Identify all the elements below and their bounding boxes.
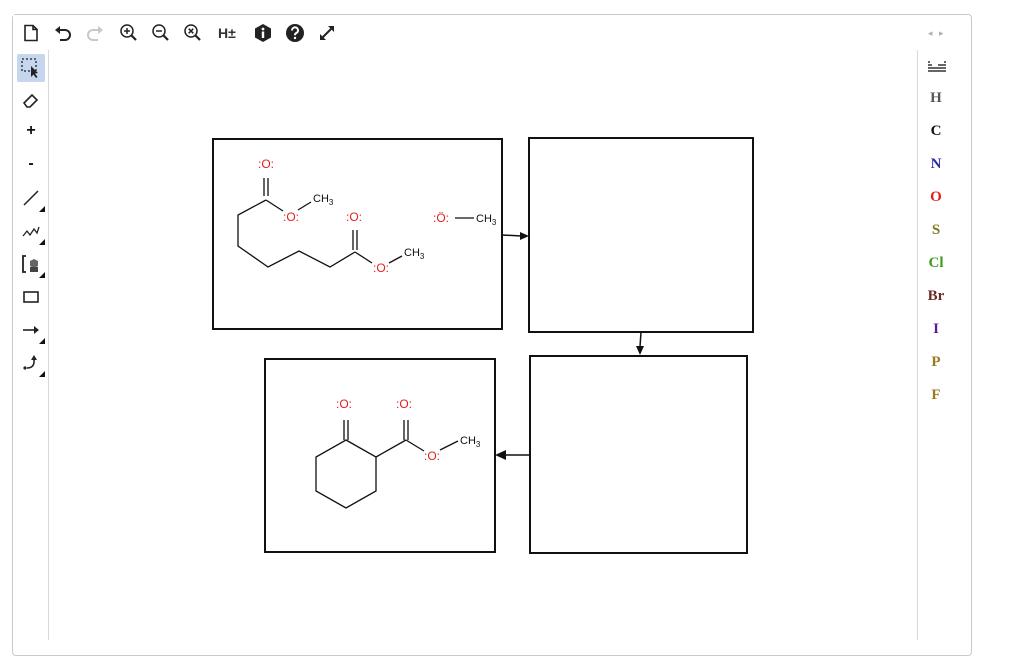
element-br-button[interactable]: Br (918, 281, 954, 311)
zoom-in-icon (120, 24, 137, 41)
rectangle-icon (23, 291, 39, 303)
zoom-out-icon (152, 24, 169, 41)
element-f-button[interactable]: F (918, 380, 954, 410)
svg-text:CH3: CH3 (460, 435, 481, 449)
svg-text::O:: :O: (396, 397, 412, 411)
reaction-scheme: :O: :O: CH3 :O: :O: CH3 :Ö: CH3 :O: :O: … (212, 137, 754, 554)
svg-text:CH3: CH3 (404, 247, 425, 261)
arrow-left[interactable] (495, 450, 530, 460)
top-toolbar: H± (13, 15, 969, 50)
charge-plus-tool[interactable]: + (17, 117, 45, 145)
select-tool[interactable] (17, 54, 45, 82)
methoxide-molecule[interactable]: :Ö: CH3 (433, 211, 497, 227)
fullscreen-button[interactable] (315, 21, 339, 45)
diester-molecule[interactable]: :O: :O: CH3 :O: :O: CH3 (237, 157, 425, 275)
svg-text::O:: :O: (258, 157, 274, 171)
zoom-reset-button[interactable] (181, 21, 205, 45)
redo-button[interactable] (83, 21, 107, 45)
minus-icon: - (28, 155, 34, 172)
bond-tool[interactable] (17, 184, 45, 212)
hydrogen-toggle-icon: H± (218, 25, 236, 41)
intermediate-box-2[interactable] (529, 355, 748, 554)
curved-arrow-icon (23, 355, 37, 370)
left-toolbar: + - (13, 50, 49, 640)
element-p-button[interactable]: P (918, 347, 954, 377)
svg-text::O:: :O: (346, 210, 362, 224)
curved-arrow-tool[interactable] (17, 349, 45, 377)
expand-icon (320, 26, 334, 40)
help-button[interactable] (283, 21, 307, 45)
atom-toolbar: H C N O S Cl Br I P F (917, 50, 954, 640)
svg-text::O:: :O: (424, 449, 440, 463)
intermediate-box-1[interactable] (528, 137, 754, 333)
svg-text:H±: H± (218, 25, 236, 41)
product-box[interactable] (264, 358, 496, 553)
info-button[interactable] (251, 21, 275, 45)
element-c-button[interactable]: C (918, 116, 954, 146)
svg-text::O:: :O: (336, 397, 352, 411)
shape-tool[interactable] (17, 283, 45, 311)
undo-button[interactable] (51, 21, 75, 45)
reaction-arrow-tool[interactable] (17, 316, 45, 344)
plus-icon: + (26, 122, 36, 139)
element-o-button[interactable]: O (918, 182, 954, 212)
charge-minus-tool[interactable]: - (17, 150, 45, 178)
chain-icon (22, 226, 40, 237)
arrow-icon (23, 326, 39, 334)
redo-icon (87, 26, 103, 41)
info-icon (255, 24, 271, 42)
document-icon (24, 24, 38, 42)
element-n-button[interactable]: N (918, 149, 954, 179)
svg-text:CH3: CH3 (476, 213, 497, 227)
eraser-icon (22, 93, 39, 108)
arrow-right[interactable] (501, 232, 529, 240)
template-tool[interactable] (17, 250, 45, 278)
lasso-select-icon (21, 58, 38, 78)
zoom-in-button[interactable] (117, 21, 141, 45)
periodic-table-button[interactable] (927, 59, 947, 78)
periodic-table-icon (928, 61, 946, 72)
eraser-tool[interactable] (17, 86, 45, 114)
new-document-button[interactable] (19, 21, 43, 45)
svg-text::Ö:: :Ö: (433, 211, 449, 225)
svg-text:CH3: CH3 (313, 193, 334, 207)
hydrogens-toggle-button[interactable]: H± (216, 21, 246, 45)
element-i-button[interactable]: I (918, 314, 954, 344)
svg-text::O:: :O: (373, 261, 389, 275)
cyclohexanone-ester-molecule[interactable]: :O: :O: :O: CH3 (315, 397, 481, 509)
element-s-button[interactable]: S (918, 215, 954, 245)
zoom-out-button[interactable] (149, 21, 173, 45)
undo-icon (55, 26, 71, 41)
element-cl-button[interactable]: Cl (918, 248, 954, 278)
element-h-button[interactable]: H (918, 83, 954, 113)
chain-tool[interactable] (17, 217, 45, 245)
drawing-canvas[interactable]: :O: :O: CH3 :O: :O: CH3 :Ö: CH3 :O: :O: … (49, 50, 917, 640)
help-icon (286, 24, 304, 42)
toolbar-scroll-arrows[interactable]: ◂ ▸ (928, 28, 946, 39)
single-bond-icon (23, 190, 39, 206)
svg-text::O:: :O: (283, 210, 299, 224)
zoom-reset-icon (184, 24, 201, 41)
arrow-down[interactable] (636, 331, 644, 355)
